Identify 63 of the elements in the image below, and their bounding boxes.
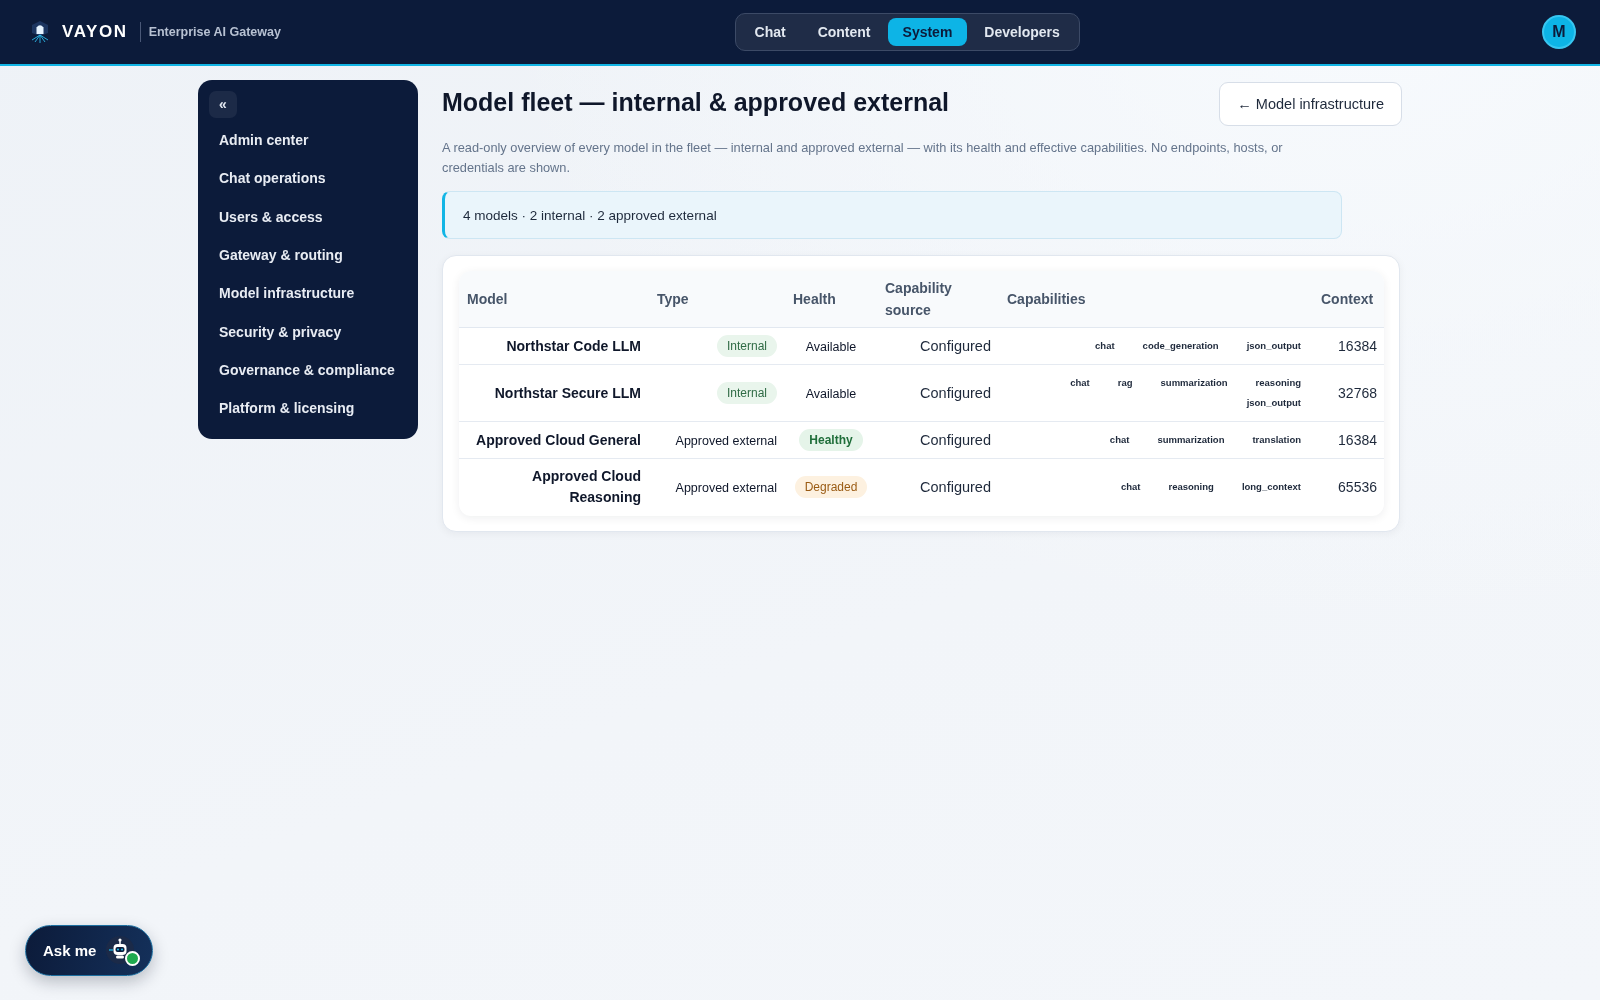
capability-label: chat xyxy=(1094,339,1116,353)
health-status: Available xyxy=(805,340,857,354)
capability-source: Configured xyxy=(920,432,991,448)
brand-tagline: Enterprise AI Gateway xyxy=(148,25,281,39)
model-name: Northstar Secure LLM xyxy=(494,383,641,403)
brand-name: VAYON xyxy=(62,22,128,42)
capability-label: summarization xyxy=(1159,376,1229,390)
sidebar-item[interactable]: Users & access xyxy=(209,197,333,236)
health-badge: Degraded xyxy=(794,476,868,499)
column-header: Health xyxy=(793,291,836,307)
capability-source: Configured xyxy=(920,338,991,354)
type-label: Approved external xyxy=(675,434,777,448)
sidebar-item[interactable]: Model infrastructure xyxy=(209,274,365,313)
model-name: Approved Cloud Reasoning xyxy=(531,467,641,508)
back-button[interactable]: ← Model infrastructure xyxy=(1219,82,1402,126)
capability-label: reasoning xyxy=(1167,480,1215,495)
model-name: Approved Cloud General xyxy=(476,430,641,450)
capability-label: rag xyxy=(1116,376,1134,390)
capability-label: chat xyxy=(1119,480,1142,495)
capability-source: Configured xyxy=(920,385,991,401)
sidebar-item[interactable]: Platform & licensing xyxy=(209,389,365,428)
ask-me-button[interactable]: Ask me xyxy=(25,925,154,976)
column-header: Capability source xyxy=(885,280,952,318)
column-header: Model xyxy=(467,291,508,307)
context-length: 32768 xyxy=(1338,385,1377,401)
robot-icon xyxy=(106,935,135,964)
collapse-button[interactable]: « xyxy=(209,91,237,118)
health-status: Available xyxy=(805,387,857,401)
page-title: Model fleet — internal & approved external xyxy=(442,88,950,117)
type-badge: Internal xyxy=(716,335,777,357)
column-header: Capabilities xyxy=(1007,291,1086,307)
sidebar-item[interactable]: Gateway & routing xyxy=(209,235,353,275)
context-length: 16384 xyxy=(1338,432,1377,448)
context-length: 16384 xyxy=(1338,338,1377,354)
sidebar-item[interactable]: Admin center xyxy=(209,121,319,160)
capability-label: json_output xyxy=(1245,339,1302,353)
nav-tab[interactable]: Chat xyxy=(739,18,801,46)
capability-label: translation xyxy=(1251,433,1302,447)
capability-source: Configured xyxy=(920,479,991,496)
type-label: Approved external xyxy=(675,481,777,496)
logo-icon xyxy=(30,20,50,44)
sidebar-item[interactable]: Chat operations xyxy=(209,159,336,198)
capability-label: chat xyxy=(1108,433,1131,447)
context-length: 65536 xyxy=(1338,479,1377,496)
capability-label: long_context xyxy=(1240,480,1302,495)
health-badge: Healthy xyxy=(799,429,863,451)
capability-label: json_output xyxy=(1245,396,1302,410)
column-header: Context xyxy=(1321,291,1374,307)
summary-banner: 4 models · 2 internal · 2 approved external xyxy=(442,191,1342,239)
page-description: A read-only overview of every model in the fleet — internal and approved external — with its health and effective capabilities. No endpoints, hosts, or credentials are shown. xyxy=(442,139,1284,177)
user-avatar[interactable]: M xyxy=(1542,15,1576,49)
capability-label: reasoning xyxy=(1254,376,1302,390)
column-header: Type xyxy=(657,291,689,307)
sidebar-item[interactable]: Governance & compliance xyxy=(209,350,405,390)
type-badge: Internal xyxy=(716,382,777,404)
capability-label: summarization xyxy=(1156,433,1226,447)
model-name: Northstar Code LLM xyxy=(506,336,641,356)
nav-tab[interactable]: System xyxy=(887,18,968,46)
sidebar-item[interactable]: Security & privacy xyxy=(209,312,352,351)
capability-label: code_generation xyxy=(1141,339,1220,353)
nav-tab[interactable]: Content xyxy=(802,18,886,46)
nav-tab[interactable]: Developers xyxy=(969,18,1075,46)
capability-label: chat xyxy=(1069,376,1091,390)
